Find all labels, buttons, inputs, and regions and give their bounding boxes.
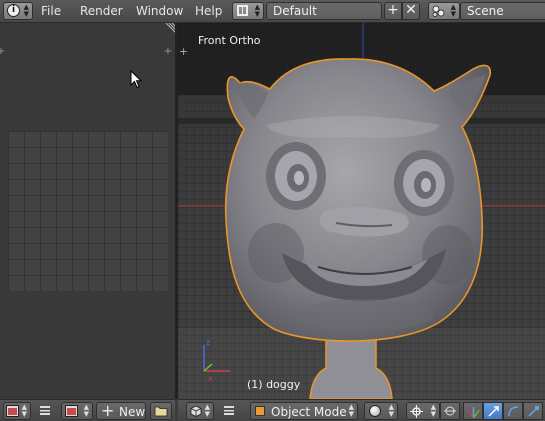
menu-toggle-icon[interactable] xyxy=(224,406,234,415)
pivot-align-button[interactable] xyxy=(440,402,460,420)
manipulator-toggle-button[interactable] xyxy=(463,402,483,420)
updown-arrows-icon: ▲ ▼ xyxy=(83,403,89,418)
scene-field[interactable]: Scene xyxy=(460,2,545,20)
updown-arrows-icon: ▲ ▼ xyxy=(204,403,210,418)
interaction-mode-dropdown[interactable]: Object Mode ▲ ▼ xyxy=(250,402,358,420)
editor-type-button[interactable]: ▲ ▼ xyxy=(3,402,31,420)
editor-type-button[interactable]: ▲ ▼ xyxy=(186,402,214,420)
3d-viewport[interactable]: z x + Front Ortho (1) doggy xyxy=(178,23,545,399)
plus-icon: + xyxy=(101,401,115,420)
menu-toggle-icon[interactable] xyxy=(40,406,50,415)
updown-arrows-icon: ▲ ▼ xyxy=(450,3,456,18)
manipulator-icon xyxy=(467,407,480,418)
updown-arrows-icon: ▲ ▼ xyxy=(21,403,27,418)
image-grid xyxy=(8,131,168,291)
translate-manipulator-button[interactable] xyxy=(483,402,503,420)
menu-file[interactable]: File xyxy=(41,4,61,18)
delete-layout-button[interactable]: ✕ xyxy=(402,2,420,20)
toolshelf-toggle-plus-icon[interactable]: + xyxy=(179,46,188,57)
region-toggle-plus-icon[interactable]: + xyxy=(163,47,173,57)
view-label: Front Ortho xyxy=(198,34,261,47)
updown-arrows-icon: ▲ ▼ xyxy=(348,403,354,418)
scene-name: Scene xyxy=(467,4,504,18)
solid-shading-icon xyxy=(369,405,381,417)
info-header: i ▲ ▼ File Render Window Help ▲ ▼ Default … xyxy=(0,0,545,23)
pivot-icon xyxy=(410,405,423,418)
info-icon: i xyxy=(7,4,20,17)
new-image-button[interactable]: + New xyxy=(96,401,146,420)
open-image-button[interactable] xyxy=(150,402,172,420)
plus-icon: + xyxy=(387,2,399,18)
scale-manipulator-button[interactable] xyxy=(523,402,543,420)
image-browse-button[interactable]: ▲ ▼ xyxy=(61,402,93,420)
viewport-scene: z x xyxy=(178,23,545,399)
active-object-label: (1) doggy xyxy=(247,378,301,391)
scale-icon xyxy=(528,406,539,417)
folder-icon xyxy=(154,406,168,417)
updown-arrows-icon: ▲ ▼ xyxy=(254,3,260,18)
interaction-mode-label: Object Mode xyxy=(271,405,347,419)
updown-arrows-icon: ▲ ▼ xyxy=(430,403,436,418)
updown-arrows-icon: ▲ ▼ xyxy=(23,3,29,18)
editor-type-button[interactable]: i ▲ ▼ xyxy=(3,2,33,20)
updown-arrows-icon: ▲ ▼ xyxy=(388,403,394,418)
layout-icon xyxy=(237,5,248,16)
new-image-label: New xyxy=(119,405,146,419)
screen-layout-field[interactable]: Default xyxy=(266,2,382,20)
add-layout-button[interactable]: + xyxy=(384,2,402,20)
3d-view-header: ▲ ▼ Object Mode ▲ ▼ ▲ ▼ ▲ ▼ xyxy=(178,399,545,421)
screen-layout-button[interactable]: ▲ ▼ xyxy=(232,2,264,20)
viewport-shading-button[interactable]: ▲ ▼ xyxy=(364,402,398,420)
region-toggle-plus-icon[interactable]: + xyxy=(0,47,6,57)
svg-text:x: x xyxy=(208,374,213,383)
image-editor-icon xyxy=(6,405,19,417)
image-icon xyxy=(65,405,78,417)
3d-view-icon xyxy=(190,405,202,417)
image-editor-header: ▲ ▼ ▲ ▼ + New xyxy=(0,399,175,421)
rotate-manipulator-button[interactable] xyxy=(503,402,523,420)
menu-render[interactable]: Render xyxy=(80,4,123,18)
menu-help[interactable]: Help xyxy=(195,4,222,18)
menu-window[interactable]: Window xyxy=(136,4,183,18)
svg-text:z: z xyxy=(206,338,210,347)
left-editor-area[interactable]: + + xyxy=(0,23,175,399)
object-mode-icon xyxy=(255,406,265,416)
screen-layout-name: Default xyxy=(273,4,317,18)
scene-icon xyxy=(432,5,445,17)
scene-selector-button[interactable]: ▲ ▼ xyxy=(428,2,460,20)
mouse-cursor-icon xyxy=(130,70,143,89)
rotate-arc-icon xyxy=(508,406,519,417)
pivot-point-button[interactable]: ▲ ▼ xyxy=(406,402,440,420)
translate-arrow-icon xyxy=(488,406,499,417)
manipulate-center-icon xyxy=(444,406,456,416)
close-icon: ✕ xyxy=(405,2,417,18)
